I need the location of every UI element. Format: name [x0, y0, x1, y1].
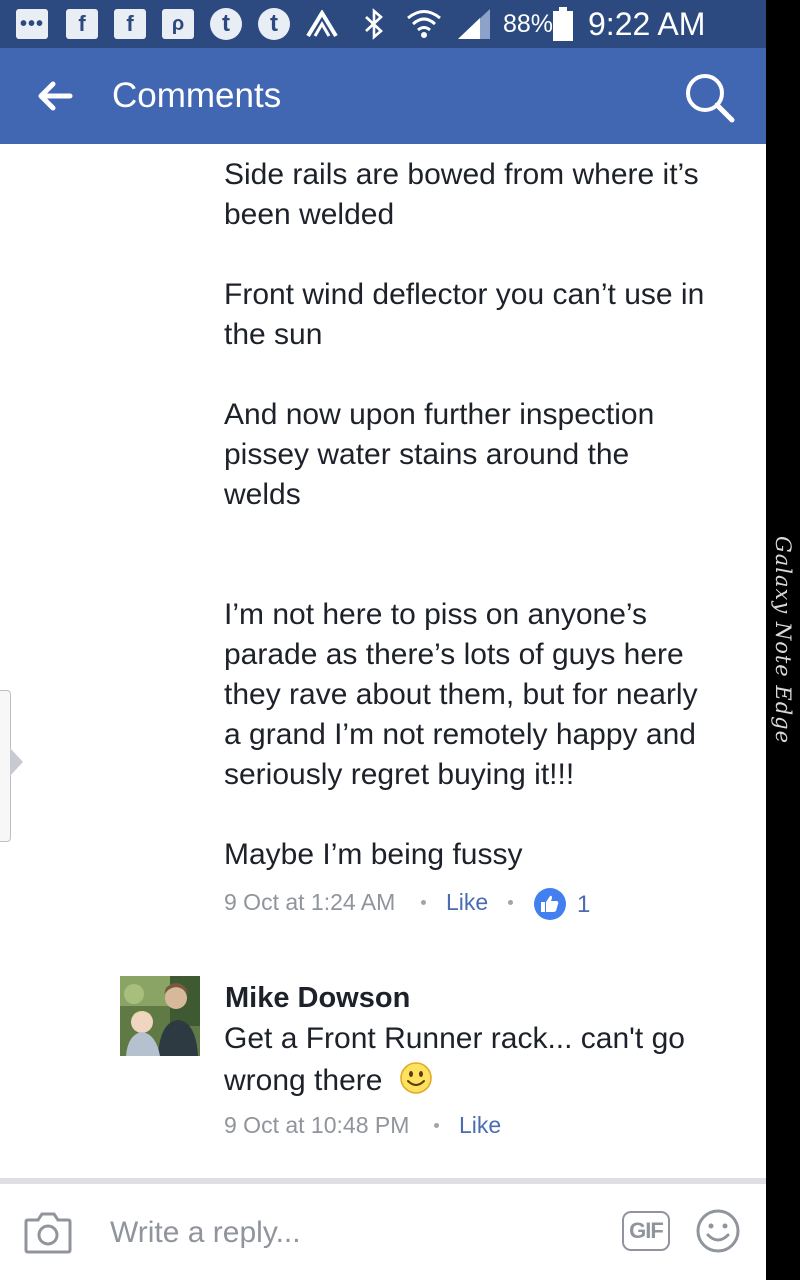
app-a-icon: [304, 9, 340, 39]
avatar[interactable]: [120, 976, 200, 1056]
emoji-button[interactable]: [695, 1208, 741, 1254]
meta-separator: [421, 900, 426, 905]
comment-line: wrong there: [224, 1064, 383, 1097]
signal-icon: [456, 9, 492, 39]
meta-separator: [434, 1123, 439, 1128]
facebook-icon: f: [66, 9, 98, 39]
phone-screen: ••• f f ρ t t 88% 9:22 AM Comments Side …: [0, 0, 766, 1280]
status-bar: ••• f f ρ t t 88% 9:22 AM: [0, 0, 766, 48]
thumbs-up-icon: [541, 895, 559, 912]
facebook-icon: f: [114, 9, 146, 39]
comment-line: Front wind deflector you can’t use in: [224, 278, 705, 311]
camera-button[interactable]: [24, 1210, 72, 1254]
comment-line: the sun: [224, 318, 323, 351]
comment-line: welds: [224, 478, 301, 511]
comment-author[interactable]: Mike Dowson: [225, 982, 410, 1015]
reply-input[interactable]: [110, 1210, 590, 1256]
gif-button[interactable]: GIF: [622, 1211, 670, 1251]
back-button[interactable]: [30, 72, 80, 120]
comment-line: Maybe I’m being fussy: [224, 838, 523, 871]
arrow-left-icon: [38, 81, 73, 111]
tumblr-icon: t: [210, 8, 242, 40]
comment-line: they rave about them, but for nearly: [224, 678, 698, 711]
search-button[interactable]: [682, 70, 736, 124]
comment-line: parade as there’s lots of guys here: [224, 638, 684, 671]
device-brand-label: Galaxy Note Edge: [771, 535, 795, 745]
bluetooth-icon: [360, 8, 388, 40]
camera-icon: [24, 1212, 72, 1254]
comment-line: Side rails are bowed from where it’s: [224, 158, 699, 191]
comment-line: pissey water stains around the: [224, 438, 630, 471]
more-notifications-icon: •••: [16, 9, 48, 39]
pinterest-icon: ρ: [162, 9, 194, 39]
like-button[interactable]: Like: [446, 889, 488, 916]
comment-timestamp: 9 Oct at 10:48 PM: [224, 1112, 410, 1138]
comment-line: a grand I’m not remotely happy and: [224, 718, 696, 751]
comment-timestamp: 9 Oct at 1:24 AM: [224, 889, 396, 915]
comment-line: been welded: [224, 198, 395, 231]
status-time: 9:22 AM: [588, 6, 706, 42]
comment-line: I’m not here to piss on anyone’s: [224, 598, 648, 631]
comment-line: Get a Front Runner rack... can't go: [224, 1022, 685, 1055]
battery-icon: [552, 7, 574, 41]
wifi-icon: [404, 9, 444, 39]
smiley-icon: [400, 1062, 432, 1094]
tumblr-icon: t: [258, 8, 290, 40]
like-button[interactable]: Like: [459, 1112, 501, 1139]
search-icon: [686, 74, 735, 123]
comment-line: seriously regret buying it!!!: [224, 758, 575, 791]
emoji-icon: [696, 1209, 740, 1253]
meta-separator: [508, 900, 513, 905]
app-bar: Comments: [0, 48, 766, 144]
edge-drawer-arrow-icon: [10, 748, 23, 776]
page-title: Comments: [112, 76, 282, 115]
battery-percent: 88%: [503, 10, 554, 38]
comment-line: And now upon further inspection: [224, 398, 655, 431]
reply-composer: GIF: [0, 1184, 766, 1280]
like-reaction-icon[interactable]: [534, 888, 566, 920]
reaction-count[interactable]: 1: [577, 891, 590, 919]
